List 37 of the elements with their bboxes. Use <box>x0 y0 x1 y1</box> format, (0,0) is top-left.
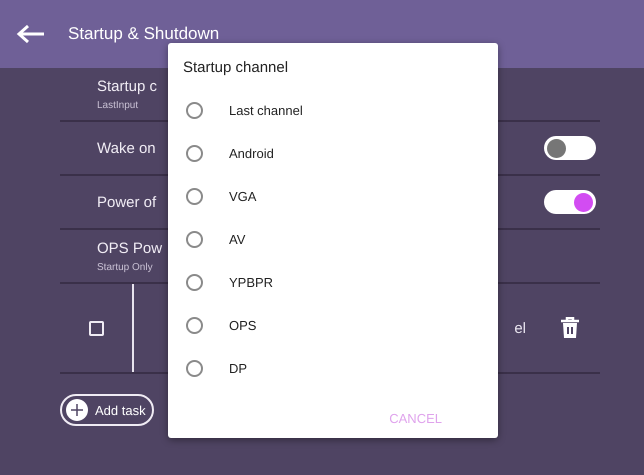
option-label: AV <box>229 232 246 247</box>
setting-label: Startup c <box>97 78 158 94</box>
trash-icon[interactable] <box>560 317 580 339</box>
channel-option[interactable]: YPBPR <box>168 261 498 304</box>
option-label: YPBPR <box>229 275 274 290</box>
radio-button[interactable] <box>186 274 203 291</box>
radio-button[interactable] <box>186 360 203 377</box>
setting-value: LastInput <box>97 100 138 110</box>
channel-option[interactable]: Android <box>168 132 498 175</box>
option-label: OPS <box>229 318 256 333</box>
add-task-button[interactable]: Add task <box>60 394 154 426</box>
channel-option[interactable]: AV <box>168 218 498 261</box>
plus-icon <box>65 398 89 422</box>
checkbox[interactable] <box>88 320 104 336</box>
option-label: DP <box>229 361 248 376</box>
channel-option[interactable]: VGA <box>168 175 498 218</box>
setting-value: Startup Only <box>97 262 153 272</box>
radio-button[interactable] <box>186 188 203 205</box>
task-label: el <box>514 320 526 336</box>
radio-button[interactable] <box>186 317 203 334</box>
channel-option[interactable]: DP <box>168 347 498 390</box>
back-arrow-icon[interactable] <box>16 24 46 44</box>
page-title: Startup & Shutdown <box>68 24 220 44</box>
setting-label: OPS Pow <box>97 240 162 256</box>
channel-option[interactable]: OPS <box>168 304 498 347</box>
toggle-switch[interactable] <box>544 136 596 160</box>
channel-option[interactable]: Last channel <box>168 89 498 132</box>
radio-button[interactable] <box>186 145 203 162</box>
setting-label: Wake on <box>97 140 156 156</box>
option-label: Android <box>229 146 274 161</box>
radio-button[interactable] <box>186 231 203 248</box>
radio-button[interactable] <box>186 102 203 119</box>
option-label: Last channel <box>229 103 303 118</box>
toggle-switch[interactable] <box>544 190 596 214</box>
option-label: VGA <box>229 189 256 204</box>
dialog-title: Startup channel <box>182 58 290 78</box>
setting-label: Power of <box>97 194 156 210</box>
